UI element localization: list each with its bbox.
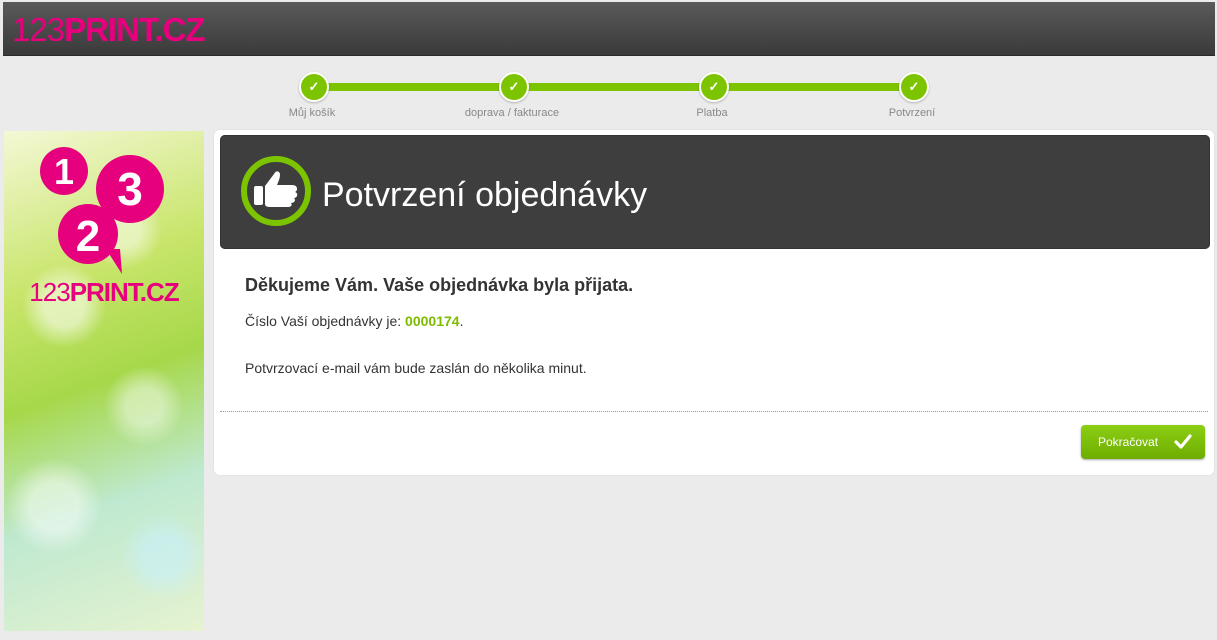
continue-button-label: Pokračovat bbox=[1098, 435, 1159, 449]
step-3-check-icon: ✓ bbox=[699, 72, 729, 102]
page-title: Potvrzení objednávky bbox=[322, 176, 648, 214]
step-4-check-icon: ✓ bbox=[899, 72, 929, 102]
order-number-suffix: . bbox=[459, 313, 464, 329]
step-1-check-icon: ✓ bbox=[299, 72, 329, 102]
checkout-progress: ✓ Můj košík ✓ doprava / fakturace ✓ Plat… bbox=[0, 68, 1217, 128]
speech-bubble-logo-icon: 1 3 2 bbox=[40, 147, 164, 274]
logo-number: 123 bbox=[12, 11, 65, 48]
svg-text:3: 3 bbox=[117, 163, 143, 215]
order-number-prefix: Číslo Vaší objednávky je: bbox=[245, 313, 406, 329]
thumbs-up-icon bbox=[241, 156, 311, 226]
order-number-line: Číslo Vaší objednávky je: 0000174. bbox=[245, 313, 463, 329]
banner-brand-number: 123 bbox=[29, 277, 70, 307]
top-bar: 123PRINT.CZ bbox=[3, 2, 1215, 56]
step-label-payment: Platba bbox=[696, 107, 728, 119]
order-number-value: 0000174 bbox=[405, 313, 460, 329]
banner-brand-name: PRINT.CZ bbox=[69, 277, 180, 307]
svg-text:1: 1 bbox=[54, 151, 74, 192]
banner-brand-text: 123PRINT.CZ bbox=[4, 277, 204, 308]
side-banner: 1 3 2 123PRINT.CZ bbox=[4, 131, 204, 631]
dotted-divider bbox=[220, 411, 1208, 412]
step-2-check-icon: ✓ bbox=[499, 72, 529, 102]
confirmation-card: Potvrzení objednávky Děkujeme Vám. Vaše … bbox=[214, 130, 1214, 475]
check-icon bbox=[1174, 434, 1192, 449]
svg-text:2: 2 bbox=[76, 212, 100, 261]
step-label-confirmation: Potvrzení bbox=[888, 107, 936, 119]
thank-you-message: Děkujeme Vám. Vaše objednávka byla přija… bbox=[245, 275, 634, 295]
progress-line bbox=[314, 83, 914, 91]
logo-text: PRINT.CZ bbox=[64, 11, 205, 48]
continue-button[interactable]: Pokračovat bbox=[1081, 425, 1205, 459]
confirmation-header: Potvrzení objednávky bbox=[220, 135, 1210, 249]
step-label-shipping: doprava / fakturace bbox=[464, 107, 560, 119]
step-label-cart: Můj košík bbox=[288, 107, 336, 119]
site-logo[interactable]: 123PRINT.CZ bbox=[12, 11, 206, 48]
email-notice: Potvrzovací e-mail vám bude zaslán do ně… bbox=[245, 360, 587, 376]
